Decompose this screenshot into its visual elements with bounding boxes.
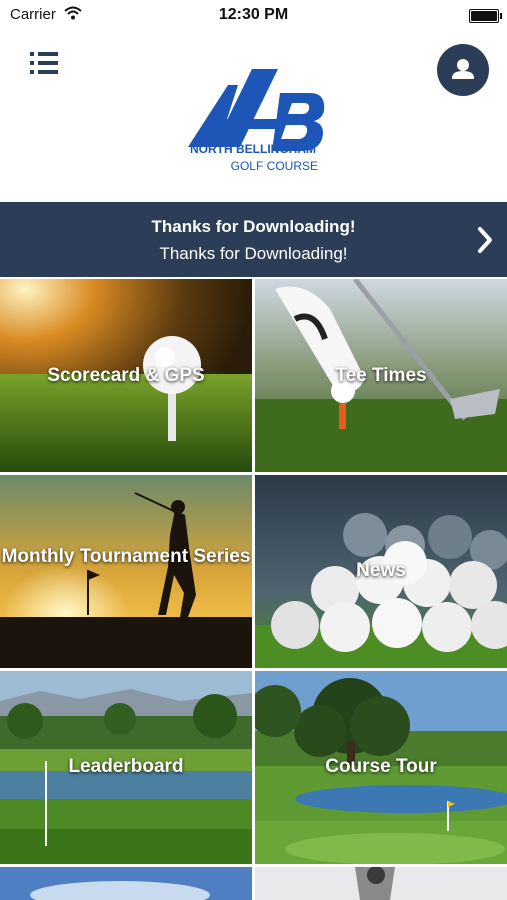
welcome-banner[interactable]: Thanks for Downloading! Thanks for Downl… (0, 202, 507, 277)
tile-monthly-tournament-series[interactable]: Monthly Tournament Series (0, 475, 252, 668)
tile-leaderboard[interactable]: Leaderboard (0, 671, 252, 864)
golfer-swing-image (255, 867, 507, 900)
menu-button[interactable] (30, 50, 60, 76)
banner-title: Thanks for Downloading! (151, 217, 356, 236)
tile-partial-left[interactable] (0, 867, 252, 900)
sky-image (0, 867, 252, 900)
tile-label: Course Tour (325, 756, 437, 777)
tile-label: News (356, 560, 406, 581)
tile-label: Tee Times (335, 365, 427, 386)
logo-name-line1: NORTH BELLINGHAM (190, 142, 316, 156)
battery-icon (469, 9, 502, 23)
app-header: NORTH BELLINGHAM GOLF COURSE (0, 30, 507, 202)
clock: 12:30 PM (218, 6, 289, 23)
chevron-right-icon (478, 227, 492, 253)
tile-label: Leaderboard (68, 756, 184, 777)
tile-label: Monthly Tournament Series (1, 546, 251, 567)
logo-name-line2: GOLF COURSE (230, 159, 318, 173)
golfer-sunset-image (0, 475, 252, 668)
banner-subtitle: Thanks for Downloading! (159, 244, 348, 263)
user-icon (452, 59, 474, 79)
tile-course-tour[interactable]: Course Tour (255, 671, 507, 864)
tile-news[interactable]: News (255, 475, 507, 668)
profile-button[interactable] (437, 44, 489, 96)
tile-scorecard-gps[interactable]: Scorecard & GPS (0, 279, 252, 472)
tile-partial-right[interactable] (255, 867, 507, 900)
tile-tee-times[interactable]: Tee Times (255, 279, 507, 472)
tile-label: Scorecard & GPS (47, 365, 205, 386)
status-bar: Carrier 12:30 PM (0, 0, 507, 30)
